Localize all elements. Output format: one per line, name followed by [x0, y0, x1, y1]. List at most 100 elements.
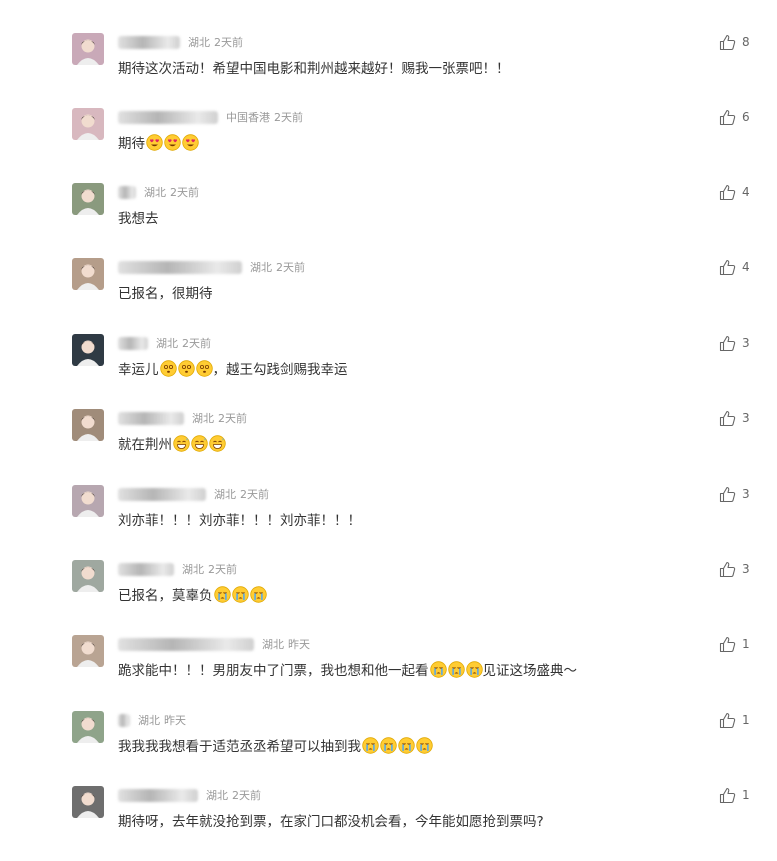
username-blurred[interactable] — [118, 260, 242, 274]
dizzy-emoji-icon — [159, 359, 177, 377]
avatar[interactable] — [72, 635, 104, 667]
thumbs-up-icon — [719, 109, 736, 126]
username-blurred[interactable] — [118, 562, 174, 576]
comment-text: 我想去 — [118, 207, 159, 227]
username-blurred[interactable] — [118, 411, 184, 425]
comment-item: 湖北 2天前 已报名，很期待 4 — [0, 258, 777, 333]
username-blurred[interactable] — [118, 487, 206, 501]
cry-emoji-icon — [362, 736, 379, 754]
comment-meta: 湖北 2天前 — [118, 486, 269, 502]
like-count: 1 — [742, 788, 750, 802]
comment-item: 湖北 2天前幸运儿 ，越王勾践剑赐我幸运 3 — [0, 334, 777, 409]
username-blurred[interactable] — [118, 637, 254, 651]
location: 湖北 — [192, 412, 214, 425]
comment-meta: 中国香港 2天前 — [118, 109, 303, 125]
comment-text-body: 刘亦菲！！！刘亦菲！！！刘亦菲！！！ — [118, 513, 361, 529]
avatar[interactable] — [72, 786, 104, 818]
comment-item: 湖北 2天前 已报名，莫辜负 3 — [0, 560, 777, 635]
like-button[interactable]: 8 — [719, 33, 750, 51]
thumbs-up-icon — [719, 259, 736, 276]
comment-meta: 湖北 2天前 — [118, 335, 211, 351]
like-button[interactable]: 3 — [719, 560, 750, 578]
thumbs-up-icon — [719, 335, 736, 352]
dizzy-emoji-icon — [177, 359, 195, 377]
avatar[interactable] — [72, 711, 104, 743]
comment-item: 湖北 昨天跪求能中！！！男朋友中了门票，我也想和他一起看 见证这场盛典～ 1 — [0, 635, 777, 710]
like-button[interactable]: 3 — [719, 334, 750, 352]
comment-text: 跪求能中！！！男朋友中了门票，我也想和他一起看 见证这场盛典～ — [118, 659, 577, 679]
timestamp: 2天前 — [218, 412, 247, 425]
timestamp: 昨天 — [288, 638, 310, 651]
grin-sweat-emoji-icon — [173, 434, 190, 452]
like-button[interactable]: 3 — [719, 485, 750, 503]
comment-text: 刘亦菲！！！刘亦菲！！！刘亦菲！！！ — [118, 509, 361, 529]
comment-text: 幸运儿 ，越王勾践剑赐我幸运 — [118, 358, 348, 378]
comment-item: 湖北 2天前我想去 4 — [0, 183, 777, 258]
comment-text: 我我我我想看于适范丞丞希望可以抽到我 — [118, 735, 433, 755]
timestamp: 2天前 — [274, 111, 303, 124]
comment-meta: 湖北 2天前 — [118, 34, 243, 50]
username-blurred[interactable] — [118, 788, 198, 802]
comment-meta: 湖北 2天前 — [118, 787, 261, 803]
comment-text-body: 就在荆州 — [118, 437, 172, 453]
cry-emoji-icon — [465, 660, 483, 678]
cry-emoji-icon — [398, 736, 415, 754]
comment-meta: 湖北 2天前 — [118, 184, 199, 200]
like-button[interactable]: 4 — [719, 258, 750, 276]
comment-text-body: 已报名，莫辜负 — [118, 588, 213, 604]
cry-emoji-icon — [380, 736, 397, 754]
thumbs-up-icon — [719, 561, 736, 578]
like-count: 1 — [742, 713, 750, 727]
timestamp: 2天前 — [170, 186, 199, 199]
like-count: 4 — [742, 260, 750, 274]
like-button[interactable]: 3 — [719, 409, 750, 427]
comment-text-tail: ，越王勾践剑赐我幸运 — [212, 362, 348, 378]
cry-emoji-icon — [447, 660, 465, 678]
timestamp: 昨天 — [164, 714, 186, 727]
avatar[interactable] — [72, 560, 104, 592]
cry-emoji-icon — [429, 660, 447, 678]
username-blurred[interactable] — [118, 336, 148, 350]
grin-sweat-emoji-icon — [191, 434, 208, 452]
username-blurred[interactable] — [118, 713, 130, 727]
avatar[interactable] — [72, 334, 104, 366]
like-count: 3 — [742, 562, 750, 576]
comment-text: 就在荆州 — [118, 433, 226, 453]
avatar[interactable] — [72, 409, 104, 441]
thumbs-up-icon — [719, 184, 736, 201]
comment-text: 期待呀，去年就没抢到票，在家门口都没机会看，今年能如愿抢到票吗? — [118, 810, 544, 830]
comment-text: 期待 — [118, 132, 199, 152]
like-button[interactable]: 4 — [719, 183, 750, 201]
avatar[interactable] — [72, 258, 104, 290]
comment-meta: 湖北 2天前 — [118, 259, 305, 275]
location: 湖北 — [156, 337, 178, 350]
like-button[interactable]: 1 — [719, 711, 750, 729]
like-button[interactable]: 1 — [719, 635, 750, 653]
thumbs-up-icon — [719, 636, 736, 653]
avatar[interactable] — [72, 183, 104, 215]
comment-text: 已报名，莫辜负 — [118, 584, 267, 604]
comment-meta: 湖北 昨天 — [118, 636, 310, 652]
like-count: 3 — [742, 411, 750, 425]
cry-emoji-icon — [231, 585, 249, 603]
avatar[interactable] — [72, 33, 104, 65]
heart-eyes-emoji-icon — [146, 133, 163, 151]
username-blurred[interactable] — [118, 35, 180, 49]
like-button[interactable]: 6 — [719, 108, 750, 126]
like-button[interactable]: 1 — [719, 786, 750, 804]
location: 湖北 — [250, 261, 272, 274]
comment-meta: 湖北 昨天 — [118, 712, 186, 728]
like-count: 3 — [742, 487, 750, 501]
thumbs-up-icon — [719, 34, 736, 51]
thumbs-up-icon — [719, 712, 736, 729]
location: 中国香港 — [226, 111, 270, 124]
like-count: 1 — [742, 637, 750, 651]
avatar[interactable] — [72, 485, 104, 517]
username-blurred[interactable] — [118, 185, 136, 199]
grin-sweat-emoji-icon — [209, 434, 226, 452]
username-blurred[interactable] — [118, 110, 218, 124]
cry-emoji-icon — [249, 585, 267, 603]
avatar[interactable] — [72, 108, 104, 140]
comment-item: 中国香港 2天前期待 6 — [0, 108, 777, 183]
timestamp: 2天前 — [232, 789, 261, 802]
